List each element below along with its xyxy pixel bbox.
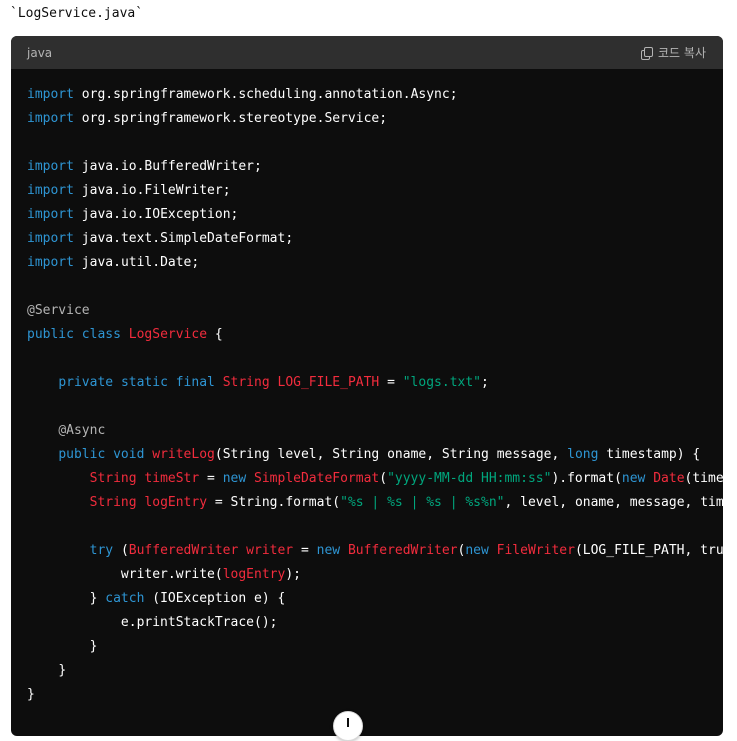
code-line: import java.io.BufferedWriter; (27, 159, 262, 174)
code-line: import java.text.SimpleDateFormat; (27, 231, 294, 246)
code-block: java 코드 복사 import org.springframework.sc… (11, 36, 723, 736)
code-line: @Service (27, 303, 90, 318)
code-line: public void writeLog(String level, Strin… (58, 447, 701, 462)
code-header: java 코드 복사 (11, 36, 723, 69)
code-line: } (27, 687, 35, 702)
code-line: } (89, 639, 98, 654)
code-line: writer.write(logEntry); (120, 567, 301, 582)
language-label: java (27, 45, 53, 60)
copy-icon (641, 46, 654, 60)
copy-label: 코드 복사 (658, 46, 706, 60)
code-line: String logEntry = String.format("%s | %s… (89, 495, 723, 510)
code-line: @Async (58, 423, 106, 438)
code-line: String timeStr = new SimpleDateFormat("y… (89, 471, 723, 486)
code-line: import java.io.IOException; (27, 207, 239, 222)
file-title: `LogService.java` (10, 6, 144, 21)
code-line: public class LogService { (27, 327, 223, 342)
code-line: try (BufferedWriter writer = new Buffere… (89, 543, 723, 558)
code-body: import org.springframework.scheduling.an… (11, 69, 723, 707)
code-line: import org.springframework.scheduling.an… (27, 87, 458, 102)
copy-code-button[interactable]: 코드 복사 (641, 44, 706, 61)
code-line: private static final String LOG_FILE_PAT… (58, 375, 489, 390)
code-line: import java.util.Date; (27, 255, 200, 270)
code-line: } catch (IOException e) { (89, 591, 286, 606)
scroll-to-bottom-button[interactable] (333, 711, 363, 741)
code-line: import org.springframework.stereotype.Se… (27, 111, 388, 126)
code-line: import java.io.FileWriter; (27, 183, 231, 198)
code-line: } (58, 663, 67, 678)
code-line: e.printStackTrace(); (120, 615, 278, 630)
